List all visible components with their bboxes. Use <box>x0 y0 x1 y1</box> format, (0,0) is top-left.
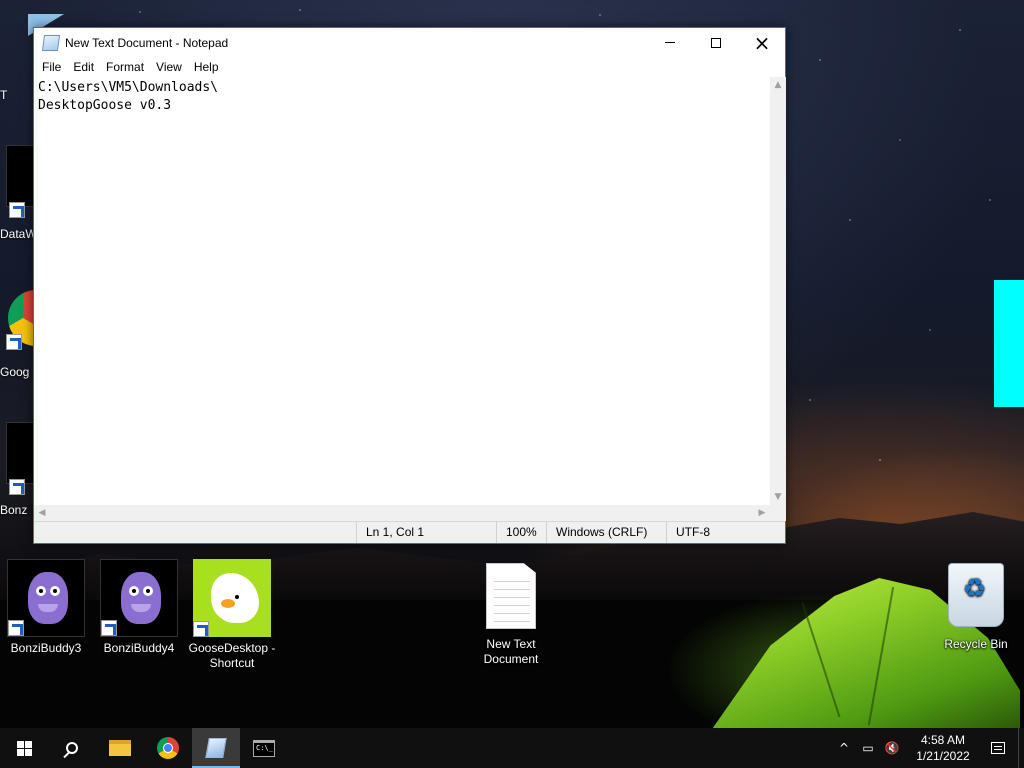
goose-eye <box>235 595 239 599</box>
menu-bar: File Edit Format View Help <box>34 57 785 77</box>
scroll-left-icon[interactable]: ◀ <box>34 505 50 521</box>
status-zoom: 100% <box>496 522 546 543</box>
partial-icon-datawatch[interactable] <box>6 145 36 218</box>
status-spacer <box>34 522 356 543</box>
bonzi-mouth <box>38 604 58 612</box>
show-hidden-icons-chevron-icon[interactable]: ^ <box>832 741 856 755</box>
system-tray: ^ ▭ 🔇 4:58 AM 1/21/2022 <box>832 728 1024 768</box>
goose-icon <box>193 559 271 637</box>
clock-time: 4:58 AM <box>920 733 966 747</box>
scroll-up-icon[interactable]: ▲ <box>770 77 786 93</box>
close-button[interactable]: × <box>739 28 785 57</box>
goose-beak <box>221 599 235 608</box>
minimize-icon <box>665 42 675 43</box>
desktop-icon-goosedesktop[interactable]: GooseDesktop - Shortcut <box>186 559 278 671</box>
vertical-scrollbar[interactable]: ▲ ▼ <box>770 77 786 505</box>
start-icon <box>16 740 32 756</box>
partial-icon-label[interactable]: T <box>0 88 7 102</box>
notepad-icon <box>205 738 227 758</box>
partial-icon-label[interactable]: Bonz <box>0 503 27 517</box>
start-button[interactable] <box>0 728 48 768</box>
desktop-icon-label: BonziBuddy3 <box>10 641 82 655</box>
close-icon: × <box>753 30 771 55</box>
volume-muted-icon[interactable]: 🔇 <box>880 741 904 755</box>
menu-view[interactable]: View <box>150 60 188 74</box>
shortcut-arrow-icon <box>8 620 24 636</box>
cyan-overlay-block <box>994 280 1024 407</box>
shortcut-arrow-icon <box>193 621 209 637</box>
taskbar-notepad[interactable] <box>192 728 240 768</box>
scrollbar-corner <box>770 505 786 521</box>
status-line-ending: Windows (CRLF) <box>546 522 666 543</box>
chrome-icon <box>157 737 179 759</box>
taskbar: C:\_ ^ ▭ 🔇 4:58 AM 1/21/2022 <box>0 728 1024 768</box>
menu-help[interactable]: Help <box>188 60 225 74</box>
notepad-window[interactable]: New Text Document - Notepad × File Edit … <box>33 27 786 544</box>
bonzi-eye <box>50 586 60 596</box>
desktop-icon-label: New Text Document <box>483 637 539 666</box>
partial-icon-label[interactable]: Goog <box>0 365 29 379</box>
show-desktop-button[interactable] <box>1018 728 1024 768</box>
file-explorer-icon <box>109 740 131 756</box>
bonzi-figure <box>121 572 161 624</box>
shortcut-arrow-icon <box>6 334 22 350</box>
taskbar-command-prompt[interactable]: C:\_ <box>240 728 288 768</box>
maximize-button[interactable] <box>693 28 739 57</box>
desktop-icon-bonzibuddy4[interactable]: BonziBuddy4 <box>93 559 185 656</box>
text-document-icon <box>486 563 536 629</box>
scroll-down-icon[interactable]: ▼ <box>770 489 786 505</box>
goose-figure <box>211 573 259 623</box>
text-editor-area[interactable]: C:\Users\VM5\Downloads\ DesktopGoose v0.… <box>34 77 770 505</box>
desktop-icon-label: BonziBuddy4 <box>103 641 175 655</box>
notepad-icon <box>41 34 61 51</box>
scroll-right-icon[interactable]: ▶ <box>754 505 770 521</box>
network-disconnected-icon[interactable]: ▭ <box>856 741 880 755</box>
status-cursor-position: Ln 1, Col 1 <box>356 522 496 543</box>
search-button[interactable] <box>48 728 96 768</box>
action-center-button[interactable] <box>978 742 1018 754</box>
clock-date: 1/21/2022 <box>916 749 970 763</box>
bonzi-figure <box>28 572 68 624</box>
horizontal-scrollbar[interactable]: ◀ ▶ <box>34 505 770 521</box>
status-bar: Ln 1, Col 1 100% Windows (CRLF) UTF-8 <box>34 521 785 543</box>
taskbar-chrome[interactable] <box>144 728 192 768</box>
window-title: New Text Document - Notepad <box>65 35 229 50</box>
bonzibuddy-icon <box>7 559 85 637</box>
maximize-icon <box>711 37 721 48</box>
recycle-bin-icon <box>948 563 1004 627</box>
shortcut-arrow-icon <box>101 620 117 636</box>
taskbar-file-explorer[interactable] <box>96 728 144 768</box>
menu-file[interactable]: File <box>36 60 67 74</box>
bonzi-eye <box>143 586 153 596</box>
bonzi-eye <box>36 586 46 596</box>
bonzibuddy-icon <box>100 559 178 637</box>
bonzi-mouth <box>131 604 151 612</box>
window-controls: × <box>647 28 785 57</box>
desktop-icon-label: Recycle Bin <box>944 637 1008 651</box>
menu-format[interactable]: Format <box>100 60 150 74</box>
minimize-button[interactable] <box>647 28 693 57</box>
command-prompt-icon: C:\_ <box>253 739 275 757</box>
editor-line: DesktopGoose v0.3 <box>38 98 172 113</box>
desktop-icon-label: GooseDesktop - Shortcut <box>188 641 276 670</box>
notification-icon <box>991 742 1005 754</box>
shortcut-arrow-icon <box>9 202 25 218</box>
partial-icon-bonzi[interactable] <box>6 422 36 495</box>
search-icon <box>66 742 78 754</box>
desktop-icon-recycle-bin[interactable]: Recycle Bin <box>930 559 1022 652</box>
menu-edit[interactable]: Edit <box>67 60 100 74</box>
editor-line: C:\Users\VM5\Downloads\ <box>38 80 219 95</box>
partial-icon-label[interactable]: DataW <box>0 227 37 241</box>
status-encoding: UTF-8 <box>666 522 784 543</box>
clock[interactable]: 4:58 AM 1/21/2022 <box>908 732 978 764</box>
desktop-icon-bonzibuddy3[interactable]: BonziBuddy3 <box>0 559 92 656</box>
desktop-icon-new-text-document[interactable]: New Text Document <box>465 559 557 667</box>
shortcut-arrow-icon <box>9 479 25 495</box>
window-titlebar[interactable]: New Text Document - Notepad × <box>34 28 785 57</box>
bonzi-eye <box>129 586 139 596</box>
